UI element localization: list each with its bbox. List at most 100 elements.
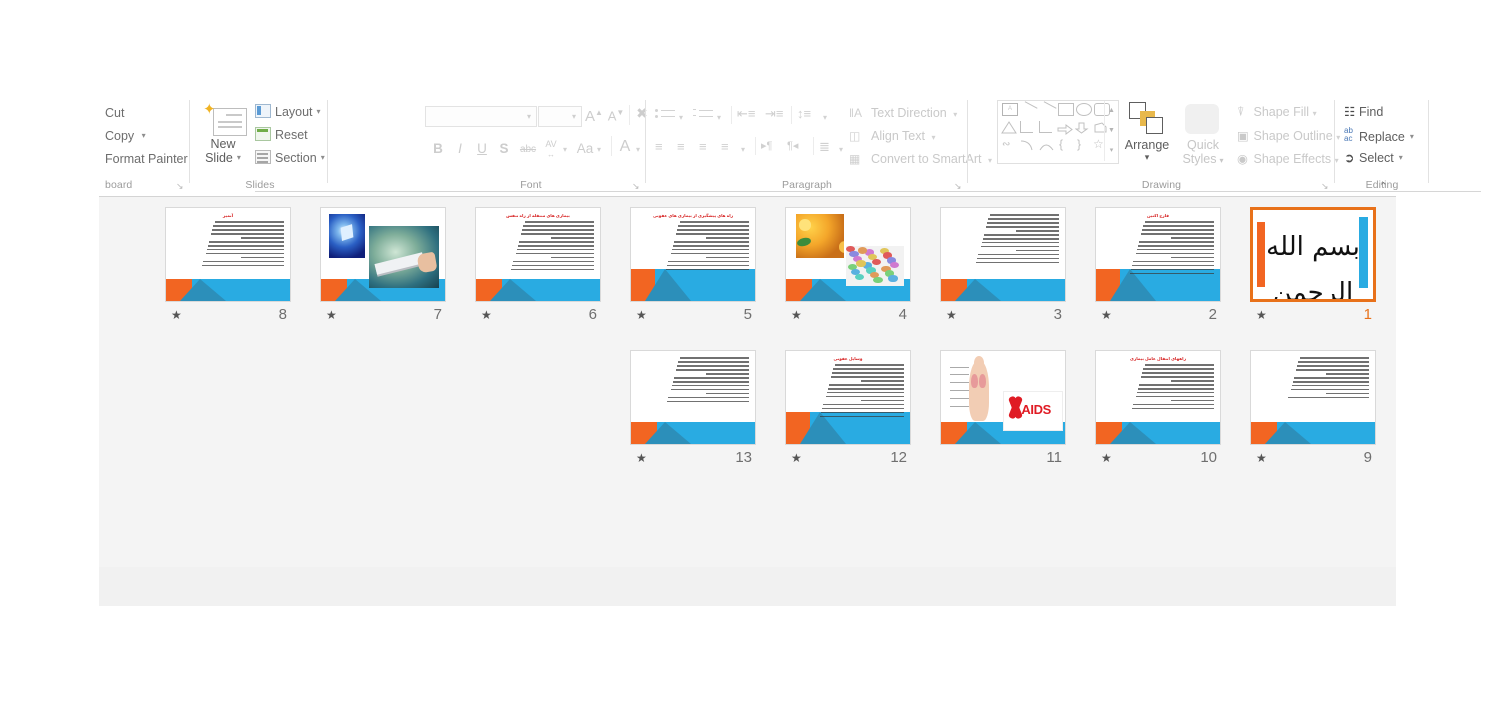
change-case-button[interactable]: Aa — [575, 140, 595, 158]
slide-thumbnail[interactable]: ★ 3 — [940, 207, 1066, 329]
slide-thumbnail-frame[interactable]: قارچ اكتین — [1095, 207, 1221, 302]
ltr-text-direction-icon[interactable]: ▸¶ — [761, 138, 772, 154]
slide-thumbnail[interactable]: آنمیز ★ 8 — [165, 207, 291, 329]
slide-thumbnail[interactable]: AIDS 11 — [940, 350, 1066, 472]
slide-animation-star-icon[interactable]: ★ — [946, 308, 957, 322]
slide-animation-star-icon[interactable]: ★ — [326, 308, 337, 322]
collapse-ribbon-icon[interactable]: ⌃ — [1379, 180, 1388, 193]
align-center-icon[interactable]: ≡ — [677, 139, 685, 155]
paragraph-dialog-launcher-icon[interactable]: ↘ — [954, 182, 963, 191]
slide-thumbnail[interactable]: راههای انتقال عامل بیماری ★ 10 — [1095, 350, 1221, 472]
slide-thumbnail-frame[interactable] — [785, 207, 911, 302]
slide-thumbnail[interactable]: ★ 13 — [630, 350, 756, 472]
numbering-icon[interactable] — [693, 108, 713, 122]
slide-thumbnail-frame[interactable] — [320, 207, 446, 302]
slide-animation-star-icon[interactable]: ★ — [636, 308, 647, 322]
bullets-icon[interactable] — [655, 108, 675, 122]
shape-fill-button[interactable]: ⍒ Shape Fill ▾ — [1237, 105, 1317, 120]
select-button[interactable]: ➲ Select ▾ — [1344, 150, 1403, 165]
italic-button[interactable]: I — [453, 140, 467, 158]
font-color-button[interactable]: A — [617, 138, 633, 156]
align-left-icon[interactable]: ≡ — [655, 139, 663, 155]
new-slide-button[interactable]: ✦ — [203, 102, 247, 136]
bold-button[interactable]: B — [431, 140, 445, 158]
chevron-down-icon[interactable]: ▾ — [679, 113, 683, 122]
slide-thumbnail-frame[interactable]: آنمیز — [165, 207, 291, 302]
layout-button[interactable]: Layout ▾ — [255, 104, 321, 119]
section-button[interactable]: Section ▾ — [255, 150, 325, 165]
shape-effects-button[interactable]: ◉ Shape Effects ▾ — [1237, 151, 1339, 166]
underline-button[interactable]: U — [475, 140, 489, 158]
slide-thumbnail[interactable]: ★ 7 — [320, 207, 446, 329]
chevron-down-icon[interactable]: ▾ — [839, 145, 843, 154]
gallery-more-icon[interactable]: ▾ — [1105, 141, 1118, 161]
slide-animation-star-icon[interactable]: ★ — [481, 308, 492, 322]
character-spacing-button[interactable]: AV ↔ — [541, 139, 561, 160]
line-spacing-icon[interactable]: ↕≡ — [797, 106, 811, 122]
slide-thumbnail[interactable]: ★ 9 — [1250, 350, 1376, 472]
slide-animation-star-icon[interactable]: ★ — [791, 308, 802, 322]
reset-button[interactable]: Reset — [255, 127, 308, 142]
copy-button[interactable]: Copy ▾ — [105, 129, 146, 143]
clipboard-dialog-launcher-icon[interactable]: ↘ — [176, 182, 185, 191]
slide-animation-star-icon[interactable]: ★ — [1101, 451, 1112, 465]
format-painter-button[interactable]: Format Painter — [105, 152, 188, 166]
slide-thumbnail[interactable]: بسم الله الرحمن الرحیم★1 — [1250, 207, 1376, 329]
slide-animation-star-icon[interactable]: ★ — [791, 451, 802, 465]
grow-font-button[interactable]: A▲ — [585, 104, 603, 126]
increase-indent-icon[interactable]: ⇥≡ — [765, 106, 783, 122]
replace-button[interactable]: ab ac Replace ▾ — [1344, 127, 1414, 145]
slide-thumbnail-frame[interactable] — [940, 207, 1066, 302]
chevron-down-icon[interactable]: ▾ — [1120, 152, 1174, 163]
slide-thumbnail-frame[interactable]: AIDS — [940, 350, 1066, 445]
gallery-scroll-up-icon[interactable]: ▲ — [1105, 101, 1118, 121]
convert-to-smartart-button[interactable]: Convert to SmartArt ▾ — [871, 152, 992, 166]
slide-animation-star-icon[interactable]: ★ — [171, 308, 182, 322]
chevron-down-icon[interactable]: ▾ — [597, 145, 601, 154]
chevron-down-icon[interactable]: ▾ — [823, 113, 827, 122]
text-direction-button[interactable]: Text Direction ▾ — [871, 106, 957, 120]
slide-sorter-pane[interactable]: آنمیز ★ 8 ★ 7 بیماری های منتقله از راه تنفس ★ 6… — [99, 197, 1396, 606]
gallery-scroll-down-icon[interactable]: ▼ — [1105, 121, 1118, 141]
slide-animation-star-icon[interactable]: ★ — [1256, 451, 1267, 465]
slide-animation-star-icon[interactable]: ★ — [1256, 308, 1267, 322]
chevron-down-icon[interactable]: ▾ — [636, 145, 640, 154]
rtl-text-direction-icon[interactable]: ¶◂ — [787, 138, 798, 154]
strikethrough-button[interactable]: abc — [517, 141, 539, 159]
text-shadow-button[interactable]: S — [497, 140, 511, 158]
font-dialog-launcher-icon[interactable]: ↘ — [632, 182, 641, 191]
slide-animation-star-icon[interactable]: ★ — [636, 451, 647, 465]
align-right-icon[interactable]: ≡ — [699, 139, 707, 155]
slide-thumbnail-frame[interactable]: بسم الله الرحمن الرحیم — [1250, 207, 1376, 302]
slide-animation-star-icon[interactable]: ★ — [1101, 308, 1112, 322]
columns-icon[interactable]: ≣ — [819, 139, 830, 155]
decrease-indent-icon[interactable]: ⇤≡ — [737, 106, 755, 122]
find-button[interactable]: ☷ Find — [1344, 104, 1383, 119]
chevron-down-icon[interactable]: ▾ — [717, 113, 721, 122]
justify-icon[interactable]: ≡ — [721, 139, 729, 155]
cut-button[interactable]: Cut — [105, 106, 124, 120]
shapes-gallery[interactable]: A ∾ { } ☆ ▲ ▼ ▾ — [997, 100, 1119, 164]
slide-thumbnail[interactable]: ★ 4 — [785, 207, 911, 329]
font-name-input[interactable]: ▾ — [425, 106, 537, 127]
slide-thumbnail[interactable]: قارچ اكتین ★ 2 — [1095, 207, 1221, 329]
shape-outline-button[interactable]: ▣ Shape Outline ▾ — [1237, 128, 1340, 143]
slide-thumbnail[interactable]: راه های پیشگیری از بیماری های عفونی ★ 5 — [630, 207, 756, 329]
slide-thumbnail-frame[interactable]: راه های پیشگیری از بیماری های عفونی — [630, 207, 756, 302]
chevron-down-icon[interactable]: ▾ — [741, 145, 745, 154]
align-text-button[interactable]: Align Text ▾ — [871, 129, 935, 143]
font-size-input[interactable]: ▾ — [538, 106, 582, 127]
quick-styles-icon[interactable] — [1185, 104, 1219, 134]
slide-thumbnail-frame[interactable]: وسایل عفونی — [785, 350, 911, 445]
arrange-button[interactable] — [1129, 102, 1163, 134]
slide-thumbnail-frame[interactable] — [1250, 350, 1376, 445]
slide-thumbnail-frame[interactable]: بیماری های منتقله از راه تنفس — [475, 207, 601, 302]
chevron-down-icon[interactable]: ▾ — [563, 145, 567, 154]
slide-thumbnail[interactable]: بیماری های منتقله از راه تنفس ★ 6 — [475, 207, 601, 329]
slide-thumbnail-frame[interactable]: راههای انتقال عامل بیماری — [1095, 350, 1221, 445]
shapes-gallery-scrollbar[interactable]: ▲ ▼ ▾ — [1104, 101, 1118, 161]
shrink-font-button[interactable]: A▼ — [607, 104, 625, 125]
slide-thumbnail-frame[interactable] — [630, 350, 756, 445]
slide-thumbnail[interactable]: وسایل عفونی ★ 12 — [785, 350, 911, 472]
drawing-dialog-launcher-icon[interactable]: ↘ — [1321, 182, 1330, 191]
